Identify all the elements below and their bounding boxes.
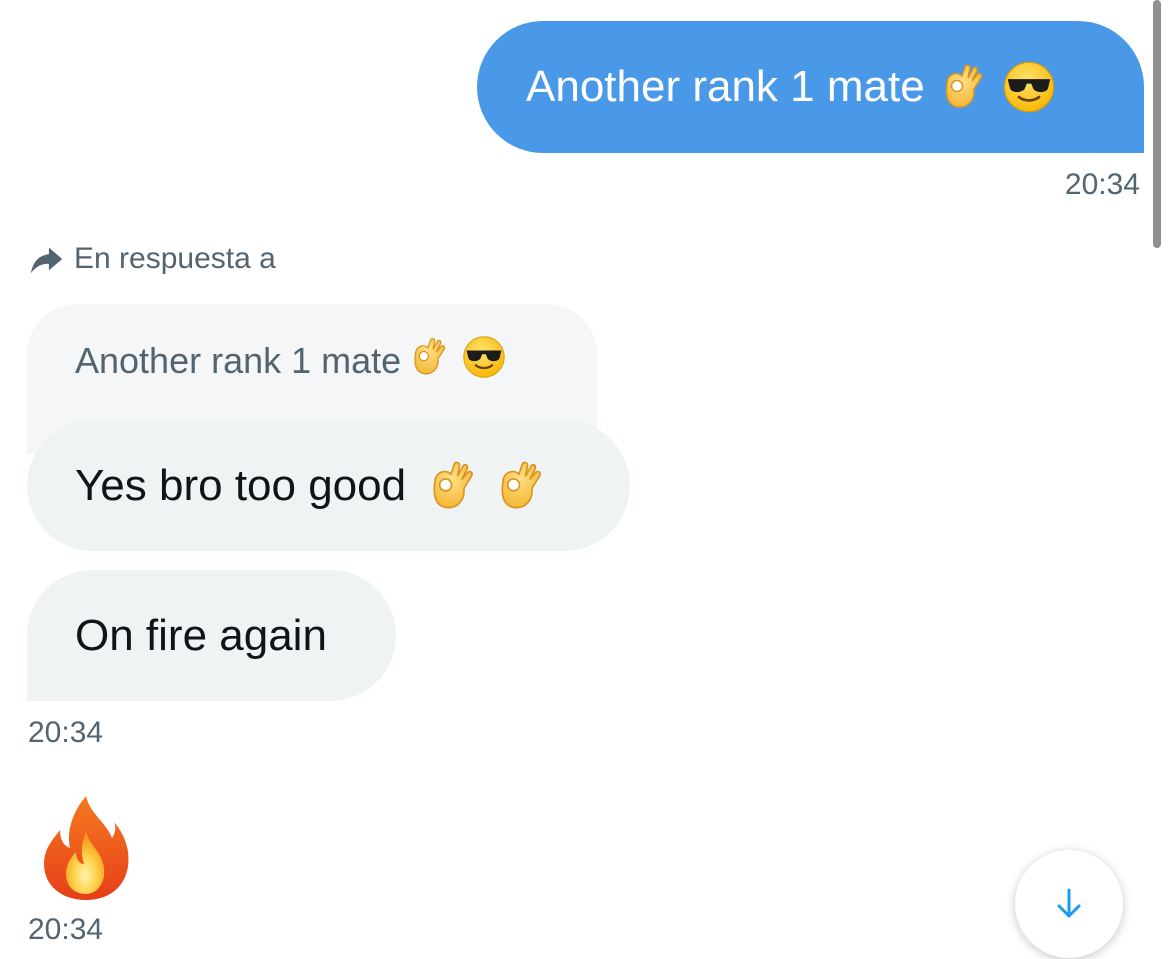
ok-hand-emoji-icon (407, 336, 449, 378)
received-message-bubble[interactable]: On fire again (27, 570, 396, 701)
sent-message-time: 20:34 (1064, 168, 1140, 201)
sent-message-text: Another rank 1 mate (526, 62, 925, 111)
received-message-text: Yes bro too good (75, 460, 407, 510)
ok-hand-emoji-icon (937, 62, 987, 112)
sunglasses-face-emoji-icon (1001, 59, 1057, 115)
sunglasses-face-emoji-icon (461, 334, 507, 380)
scroll-to-bottom-button[interactable] (1015, 850, 1123, 958)
received-message-bubble[interactable]: Yes bro too good (27, 420, 630, 551)
reply-arrow-icon (30, 247, 63, 274)
ok-hand-emoji-icon (424, 459, 478, 513)
fire-message-time: 20:34 (28, 913, 104, 946)
reply-indicator[interactable]: En respuesta a (28, 240, 276, 278)
reply-label-text: En respuesta a (74, 242, 276, 275)
sent-message-bubble[interactable]: Another rank 1 mate (477, 21, 1144, 153)
conversation-view[interactable]: Another rank 1 mate 20:34 En respuesta a… (0, 0, 1170, 959)
received-message-text: On fire again (75, 610, 327, 660)
arrow-down-icon (1057, 888, 1081, 918)
received-message-time: 20:34 (28, 716, 104, 749)
fire-emoji-message[interactable] (40, 792, 132, 902)
ok-hand-emoji-icon (492, 459, 546, 513)
scrollbar-thumb[interactable] (1153, 0, 1161, 248)
quoted-message-text: Another rank 1 mate (75, 340, 402, 381)
